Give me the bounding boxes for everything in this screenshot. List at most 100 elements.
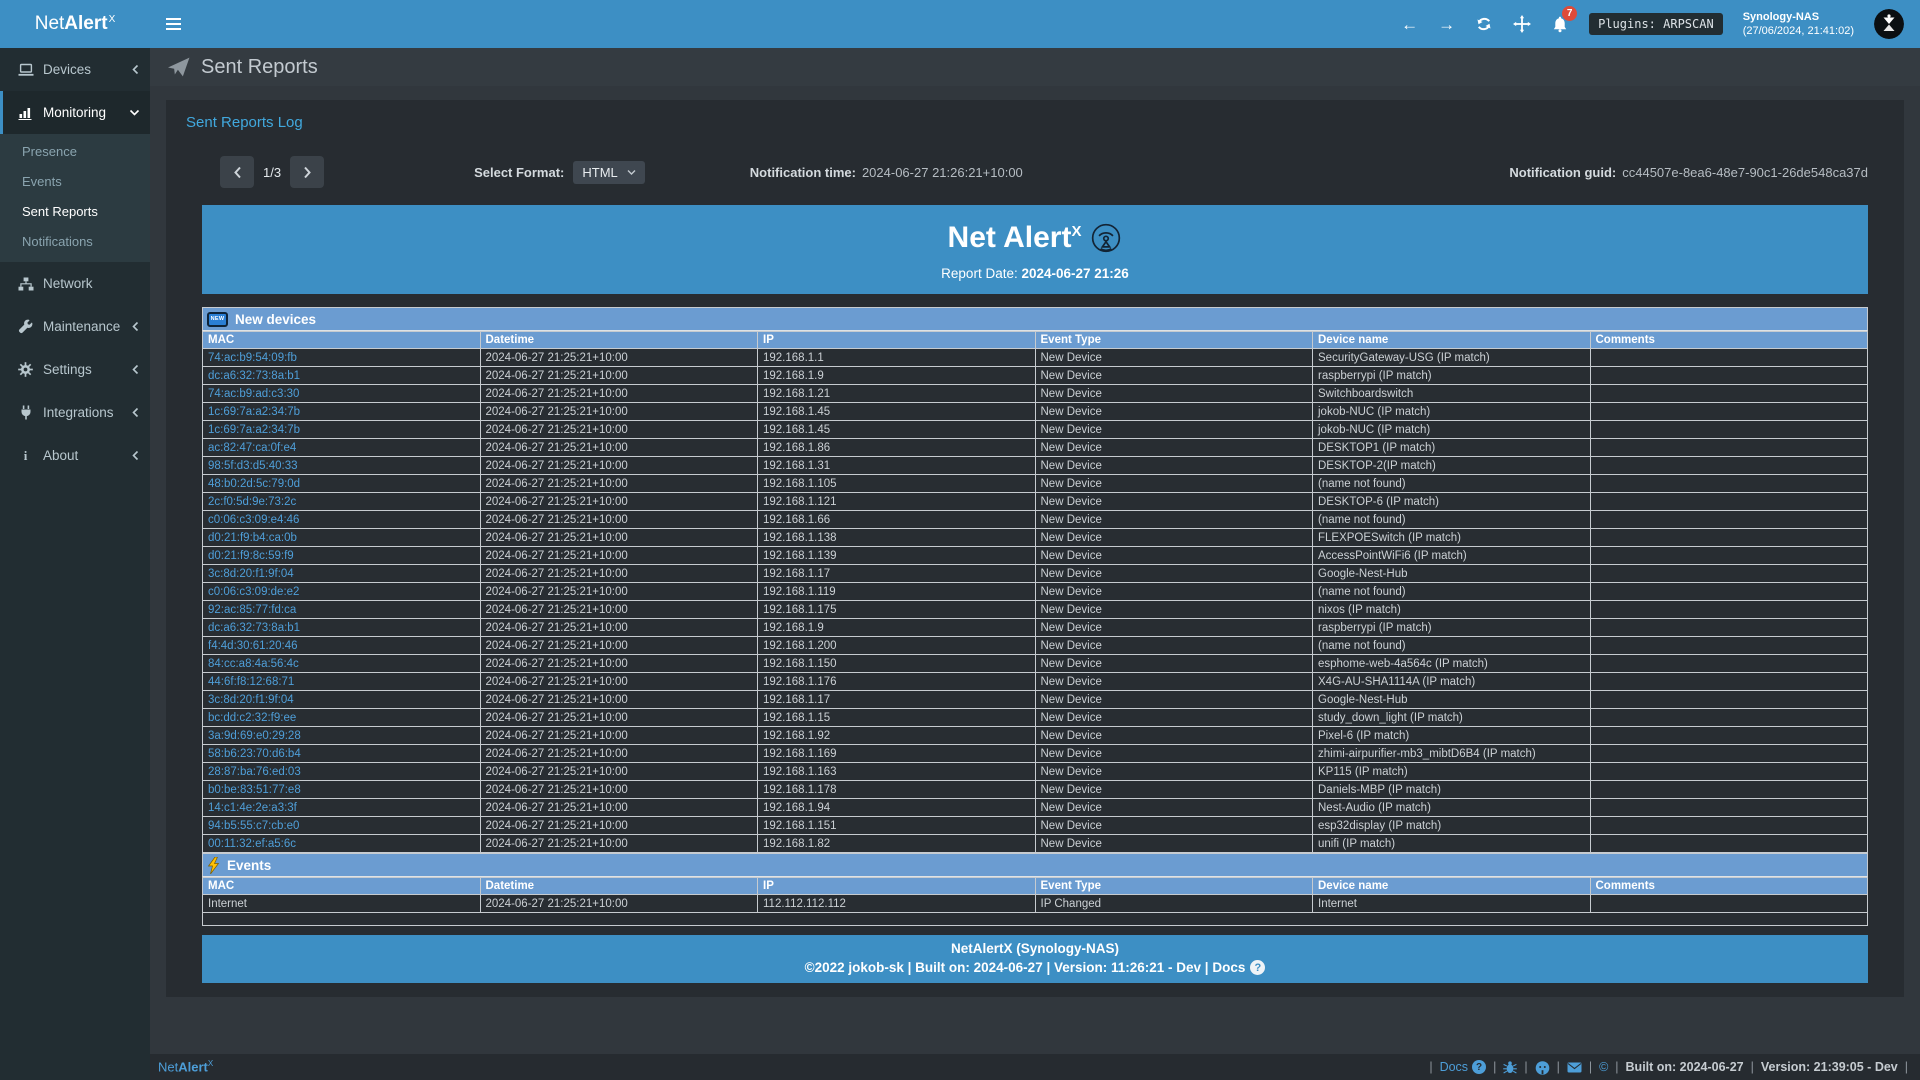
table-cell: DESKTOP-2(IP match) — [1313, 457, 1591, 475]
table-cell: 2024-06-27 21:25:21+10:00 — [480, 655, 758, 673]
mac-cell: ac:82:47:ca:0f:e4 — [203, 439, 481, 457]
mac-cell: 3c:8d:20:f1:9f:04 — [203, 565, 481, 583]
logo-text: NetAlertX — [35, 13, 116, 35]
format-select[interactable]: HTML — [573, 161, 644, 184]
table-cell — [1590, 781, 1868, 799]
user-avatar[interactable] — [1874, 9, 1904, 39]
sidebar-item-network[interactable]: Network — [0, 262, 150, 305]
table-cell: 192.168.1.66 — [758, 511, 1036, 529]
table-cell: 2024-06-27 21:25:21+10:00 — [480, 673, 758, 691]
table-cell: 2024-06-27 21:25:21+10:00 — [480, 385, 758, 403]
table-row: 2c:f0:5d:9e:73:2c2024-06-27 21:25:21+10:… — [203, 493, 1868, 511]
sidebar-item-label: Maintenance — [43, 319, 120, 334]
prev-page-button[interactable] — [220, 156, 254, 188]
footer-brand-link[interactable]: NetAlertX — [158, 1059, 213, 1074]
table-cell: 192.168.1.15 — [758, 709, 1036, 727]
app-logo[interactable]: NetAlertX — [0, 0, 150, 48]
table-cell — [1590, 691, 1868, 709]
table-cell: New Device — [1035, 763, 1313, 781]
table-cell: New Device — [1035, 799, 1313, 817]
mac-cell: 92:ac:85:77:fd:ca — [203, 601, 481, 619]
table-cell: nixos (IP match) — [1313, 601, 1591, 619]
table-cell: 2024-06-27 21:25:21+10:00 — [480, 691, 758, 709]
content-wrapper: Sent Reports Log 1/3 Select Format: HTML — [150, 86, 1920, 1028]
table-cell — [1590, 637, 1868, 655]
sidebar-item-label: Network — [43, 276, 93, 291]
column-header: IP — [758, 878, 1036, 895]
notifications-bell-button[interactable]: 7 — [1551, 15, 1569, 33]
table-cell: New Device — [1035, 709, 1313, 727]
next-page-button[interactable] — [290, 156, 324, 188]
sidebar-item-integrations[interactable]: Integrations — [0, 391, 150, 434]
table-cell — [1590, 763, 1868, 781]
table-row: bc:dd:c2:32:f9:ee2024-06-27 21:25:21+10:… — [203, 709, 1868, 727]
sidebar-item-maintenance[interactable]: Maintenance — [0, 305, 150, 348]
plugins-status-badge[interactable]: Plugins: ARPSCAN — [1589, 13, 1723, 35]
sidebar-item-monitoring[interactable]: Monitoring — [0, 91, 150, 134]
table-cell: 192.168.1.138 — [758, 529, 1036, 547]
chevron-down-icon — [129, 108, 140, 117]
table-cell: New Device — [1035, 817, 1313, 835]
table-cell: 192.168.1.21 — [758, 385, 1036, 403]
table-cell — [1590, 655, 1868, 673]
table-cell: 192.168.1.119 — [758, 583, 1036, 601]
sidebar-item-devices[interactable]: Devices — [0, 48, 150, 91]
table-cell — [1590, 529, 1868, 547]
table-row: 1c:69:7a:a2:34:7b2024-06-27 21:25:21+10:… — [203, 421, 1868, 439]
docs-link[interactable]: Docs ? — [1440, 1060, 1486, 1074]
notification-guid: Notification guid: cc44507e-8ea6-48e7-90… — [1509, 165, 1868, 180]
plug-icon — [17, 405, 34, 420]
table-cell — [1590, 835, 1868, 853]
sidebar-item-about[interactable]: i About — [0, 434, 150, 477]
table-cell: New Device — [1035, 835, 1313, 853]
table-cell: 192.168.1.139 — [758, 547, 1036, 565]
new-devices-table: MACDatetimeIPEvent TypeDevice nameCommen… — [202, 331, 1868, 853]
page-title: Sent Reports — [201, 56, 318, 79]
email-link[interactable] — [1567, 1062, 1582, 1073]
chevron-down-icon — [627, 169, 636, 176]
table-cell: 192.168.1.1 — [758, 349, 1036, 367]
report-footer-line: ©2022 jokob-sk | Built on: 2024-06-27 | … — [805, 960, 1246, 975]
sidebar-toggle-button[interactable] — [150, 0, 196, 48]
table-cell: New Device — [1035, 403, 1313, 421]
notification-count-badge: 7 — [1562, 6, 1577, 21]
back-arrow-icon[interactable]: ← — [1401, 16, 1418, 33]
bug-report-link[interactable] — [1503, 1060, 1517, 1074]
column-header: Device name — [1313, 878, 1591, 895]
refresh-icon[interactable] — [1475, 15, 1493, 33]
question-circle-icon: ? — [1472, 1060, 1486, 1074]
table-row: 74:ac:b9:54:09:fb2024-06-27 21:25:21+10:… — [203, 349, 1868, 367]
forward-arrow-icon[interactable]: → — [1438, 16, 1455, 33]
column-header: Datetime — [480, 878, 758, 895]
column-header: Comments — [1590, 332, 1868, 349]
sidebar-item-sent-reports[interactable]: Sent Reports — [0, 197, 150, 227]
table-cell: 2024-06-27 21:25:21+10:00 — [480, 619, 758, 637]
sidebar-item-notifications[interactable]: Notifications — [0, 227, 150, 257]
table-cell — [1590, 673, 1868, 691]
copyright-link[interactable]: © — [1599, 1060, 1608, 1074]
github-link[interactable] — [1535, 1060, 1550, 1075]
table-cell: raspberrypi (IP match) — [1313, 619, 1591, 637]
table-cell: jokob-NUC (IP match) — [1313, 403, 1591, 421]
table-cell: 192.168.1.151 — [758, 817, 1036, 835]
table-header-row: MACDatetimeIPEvent TypeDevice nameCommen… — [203, 878, 1868, 895]
table-cell: DESKTOP1 (IP match) — [1313, 439, 1591, 457]
hamburger-icon — [166, 18, 181, 20]
arrows-move-icon[interactable] — [1513, 15, 1531, 33]
table-cell — [1590, 403, 1868, 421]
table-cell: New Device — [1035, 457, 1313, 475]
table-cell: New Device — [1035, 547, 1313, 565]
table-row: 3c:8d:20:f1:9f:042024-06-27 21:25:21+10:… — [203, 565, 1868, 583]
table-cell: AccessPointWiFi6 (IP match) — [1313, 547, 1591, 565]
sidebar-item-presence[interactable]: Presence — [0, 137, 150, 167]
table-cell: New Device — [1035, 655, 1313, 673]
format-value: HTML — [582, 165, 617, 180]
table-cell: 192.168.1.175 — [758, 601, 1036, 619]
table-cell: New Device — [1035, 691, 1313, 709]
sidebar-item-events[interactable]: Events — [0, 167, 150, 197]
table-cell — [1590, 727, 1868, 745]
sidebar-item-settings[interactable]: Settings — [0, 348, 150, 391]
mac-cell: 74:ac:b9:ad:c3:30 — [203, 385, 481, 403]
chevron-left-icon — [131, 450, 140, 461]
table-cell — [1590, 817, 1868, 835]
